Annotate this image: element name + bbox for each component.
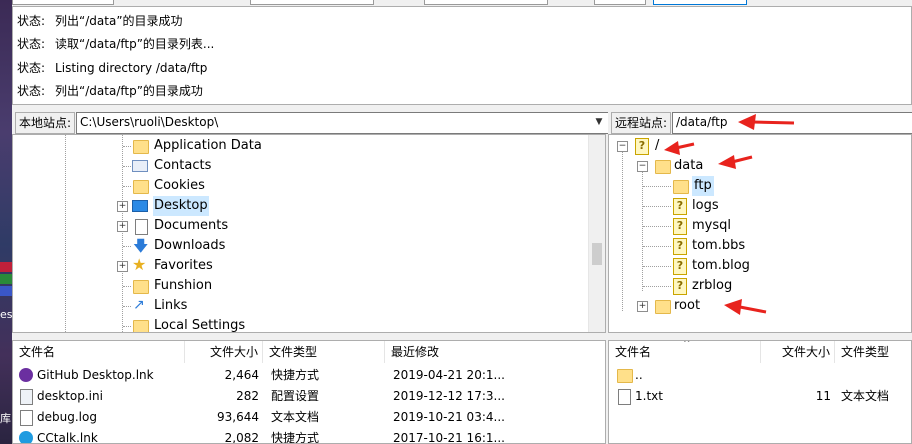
annotation-arrow xyxy=(718,155,753,169)
annotation-overlay xyxy=(664,114,795,315)
annotation-arrow xyxy=(738,114,795,130)
annotation-arrow xyxy=(664,141,695,155)
annotation-arrow xyxy=(724,299,767,315)
